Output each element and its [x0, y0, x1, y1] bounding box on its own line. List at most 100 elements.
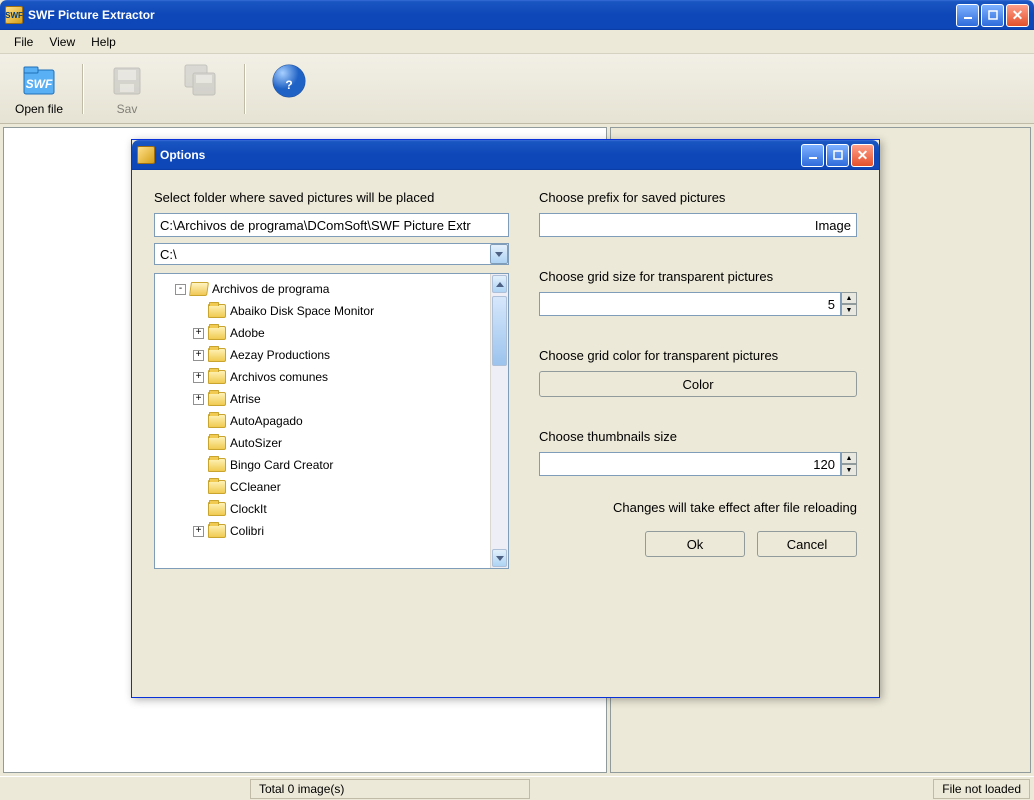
expand-icon[interactable]: +	[193, 328, 204, 339]
expand-icon[interactable]: +	[193, 350, 204, 361]
expand-icon[interactable]: +	[193, 526, 204, 537]
tree-node-label: Archivos de programa	[212, 282, 329, 296]
close-button[interactable]: ✕	[1006, 4, 1029, 27]
folder-icon	[208, 480, 226, 494]
minimize-button[interactable]	[956, 4, 979, 27]
tree-node-label: Abaiko Disk Space Monitor	[230, 304, 374, 318]
tree-node[interactable]: Bingo Card Creator	[157, 454, 488, 476]
tree-node-label: Aezay Productions	[230, 348, 330, 362]
thumbsize-spinner[interactable]: ▲ ▼	[539, 452, 857, 476]
tree-node-label: Atrise	[230, 392, 261, 406]
tree-scrollbar[interactable]	[490, 274, 508, 568]
tree-node[interactable]: Abaiko Disk Space Monitor	[157, 300, 488, 322]
tree-node[interactable]: + Atrise	[157, 388, 488, 410]
thumbsize-down-button[interactable]: ▼	[841, 464, 857, 476]
cancel-button[interactable]: Cancel	[757, 531, 857, 557]
save-icon	[108, 62, 146, 100]
tree-node[interactable]: AutoApagado	[157, 410, 488, 432]
drive-combo[interactable]: C:\	[154, 243, 509, 265]
prefix-input[interactable]	[539, 213, 857, 237]
tree-node-label: AutoApagado	[230, 414, 303, 428]
gridsize-spinner[interactable]: ▲ ▼	[539, 292, 857, 316]
gridsize-input[interactable]	[539, 292, 841, 316]
gridcolor-label: Choose grid color for transparent pictur…	[539, 348, 857, 363]
tree-node[interactable]: CCleaner	[157, 476, 488, 498]
open-file-icon: SWF	[20, 62, 58, 100]
menu-help[interactable]: Help	[83, 32, 124, 52]
expander-blank	[193, 504, 204, 515]
expander-blank	[193, 482, 204, 493]
drive-value: C:\	[155, 245, 490, 264]
menu-file[interactable]: File	[6, 32, 41, 52]
folder-icon	[208, 502, 226, 516]
options-maximize-button[interactable]	[826, 144, 849, 167]
tree-node[interactable]: + Colibri	[157, 520, 488, 542]
statusbar: Total 0 image(s) File not loaded	[0, 776, 1034, 800]
tree-node-label: CCleaner	[230, 480, 281, 494]
expand-icon[interactable]: +	[193, 394, 204, 405]
options-titlebar: Options ✕	[132, 140, 879, 170]
folder-path-input[interactable]	[154, 213, 509, 237]
folder-icon	[208, 436, 226, 450]
expand-icon[interactable]: +	[193, 372, 204, 383]
tree-node-label: Bingo Card Creator	[230, 458, 333, 472]
folder-icon	[208, 458, 226, 472]
options-minimize-button[interactable]	[801, 144, 824, 167]
svg-text:SWF: SWF	[26, 77, 53, 91]
app-title: SWF Picture Extractor	[28, 8, 956, 22]
prefix-label: Choose prefix for saved pictures	[539, 190, 857, 205]
open-file-label: Open file	[15, 102, 63, 116]
expander-blank	[193, 416, 204, 427]
tree-node-label: Archivos comunes	[230, 370, 328, 384]
tree-node-label: ClockIt	[230, 502, 267, 516]
tree-node[interactable]: ClockIt	[157, 498, 488, 520]
scroll-up-button[interactable]	[492, 275, 507, 293]
open-file-button[interactable]: SWF Open file	[4, 59, 74, 119]
status-total: Total 0 image(s)	[250, 779, 530, 799]
effect-note: Changes will take effect after file relo…	[539, 500, 857, 515]
gridsize-down-button[interactable]: ▼	[841, 304, 857, 316]
thumbsize-up-button[interactable]: ▲	[841, 452, 857, 464]
folder-icon	[208, 326, 226, 340]
tree-node-label: Colibri	[230, 524, 264, 538]
options-dialog: Options ✕ Select folder where saved pict…	[131, 139, 880, 698]
gridsize-label: Choose grid size for transparent picture…	[539, 269, 857, 284]
menubar: File View Help	[0, 30, 1034, 54]
folder-icon	[208, 304, 226, 318]
options-icon	[137, 146, 155, 164]
expander-blank	[193, 460, 204, 471]
tree-node[interactable]: + Aezay Productions	[157, 344, 488, 366]
toolbar-separator	[244, 64, 246, 114]
folder-icon	[208, 414, 226, 428]
save-button: Sav	[92, 59, 162, 119]
gridsize-up-button[interactable]: ▲	[841, 292, 857, 304]
tree-node-label: AutoSizer	[230, 436, 282, 450]
help-button[interactable]: ?	[254, 59, 324, 119]
maximize-button[interactable]	[981, 4, 1004, 27]
collapse-icon[interactable]: -	[175, 284, 186, 295]
menu-view[interactable]: View	[41, 32, 83, 52]
folder-icon	[208, 392, 226, 406]
toolbar-disabled-button	[166, 59, 236, 119]
thumbsize-input[interactable]	[539, 452, 841, 476]
scroll-thumb[interactable]	[492, 296, 507, 366]
tree-node[interactable]: +Adobe	[157, 322, 488, 344]
options-title: Options	[160, 148, 801, 162]
toolbar: SWF Open file Sav ?	[0, 54, 1034, 124]
main-titlebar: SWF SWF Picture Extractor ✕	[0, 0, 1034, 30]
expander-blank	[193, 306, 204, 317]
tree-node[interactable]: - Archivos de programa	[157, 278, 488, 300]
scroll-down-button[interactable]	[492, 549, 507, 567]
tree-node[interactable]: AutoSizer	[157, 432, 488, 454]
color-button[interactable]: Color	[539, 371, 857, 397]
folder-icon	[208, 524, 226, 538]
ok-button[interactable]: Ok	[645, 531, 745, 557]
folder-tree-list[interactable]: - Archivos de programa Abaiko Disk Space M…	[155, 274, 490, 568]
folder-icon	[189, 282, 209, 296]
folder-tree: - Archivos de programa Abaiko Disk Space M…	[154, 273, 509, 569]
drive-dropdown-button[interactable]	[490, 244, 508, 264]
options-close-button[interactable]: ✕	[851, 144, 874, 167]
folder-icon	[208, 348, 226, 362]
tree-node[interactable]: + Archivos comunes	[157, 366, 488, 388]
svg-text:?: ?	[285, 78, 292, 92]
